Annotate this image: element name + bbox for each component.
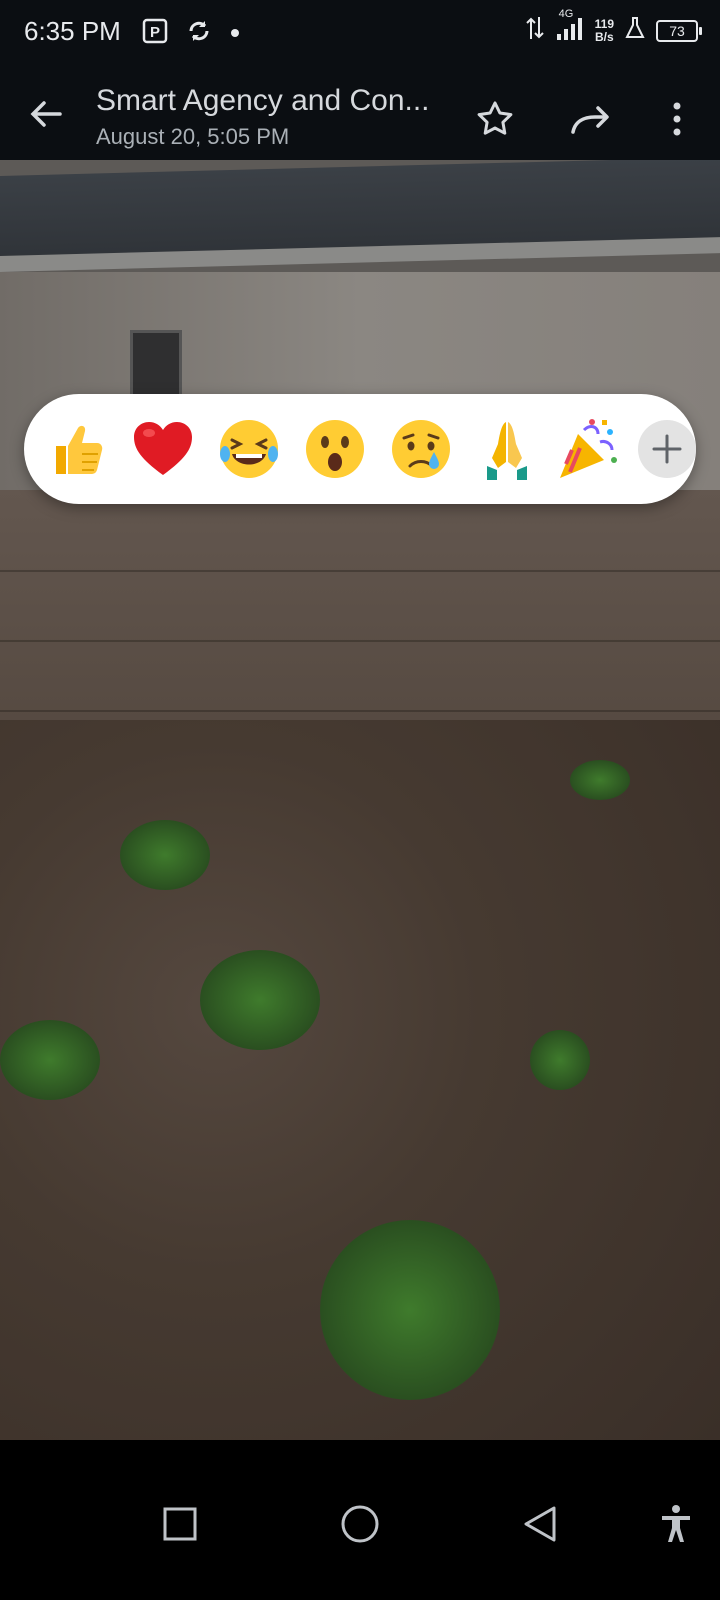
- notification-dot-icon: [230, 25, 240, 43]
- sync-icon: [186, 18, 212, 49]
- reaction-party[interactable]: [554, 416, 624, 482]
- photo-plant: [120, 820, 210, 890]
- battery-indicator: 73: [656, 19, 702, 42]
- status-time: 6:35 PM: [24, 16, 121, 46]
- photo-plant: [320, 1220, 500, 1400]
- home-icon: [341, 1505, 379, 1543]
- media-viewer-header: Smart Agency and Con... August 20, 5:05 …: [0, 64, 720, 160]
- back-arrow-icon: [30, 101, 62, 127]
- svg-text:P: P: [150, 24, 160, 41]
- data-transfer-icon: [525, 15, 545, 46]
- accessibility-icon: [662, 1505, 690, 1542]
- system-nav-bar: [0, 1440, 720, 1600]
- network-type: 4G: [558, 8, 574, 20]
- laughing-icon: [220, 420, 278, 478]
- network-speed: 119 B/s: [594, 16, 614, 44]
- recents-icon: [163, 1507, 197, 1541]
- add-reaction-button[interactable]: [638, 420, 696, 478]
- accessibility-button[interactable]: [652, 1500, 700, 1548]
- more-options-button[interactable]: [662, 100, 692, 138]
- status-bar: 6:35 PM P 4G 119 B/s 73: [0, 0, 720, 64]
- recents-button[interactable]: [156, 1500, 204, 1548]
- photo-plant: [570, 760, 630, 800]
- star-button[interactable]: [476, 100, 514, 138]
- signal-icon: 4G: [555, 8, 585, 47]
- message-timestamp: August 20, 5:05 PM: [96, 124, 290, 149]
- party-popper-icon: [560, 419, 617, 478]
- parking-app-icon: P: [142, 18, 168, 49]
- photo-plant: [200, 950, 320, 1050]
- forward-button[interactable]: [570, 102, 612, 136]
- reaction-surprised[interactable]: [302, 416, 368, 482]
- chat-title: Smart Agency and Con...: [96, 84, 430, 117]
- back-nav-button[interactable]: [516, 1500, 564, 1548]
- photo-plant: [0, 1020, 100, 1100]
- forward-icon: [571, 106, 609, 134]
- thumbs-up-icon: [56, 425, 103, 474]
- reaction-picker: [24, 394, 696, 504]
- sad-icon: [392, 420, 450, 478]
- reaction-sad[interactable]: [388, 416, 454, 482]
- reaction-thumbs-up[interactable]: [44, 416, 110, 482]
- media-image[interactable]: [0, 160, 720, 1440]
- reaction-laughing[interactable]: [216, 416, 282, 482]
- plus-icon: [652, 434, 682, 464]
- more-vert-icon: [673, 102, 681, 136]
- heart-icon: [134, 422, 192, 475]
- surprised-icon: [306, 420, 364, 478]
- pray-icon: [487, 422, 527, 480]
- home-button[interactable]: [336, 1500, 384, 1548]
- back-triangle-icon: [524, 1506, 556, 1542]
- lab-flask-icon: [624, 16, 646, 45]
- reaction-heart[interactable]: [130, 416, 196, 482]
- star-icon: [477, 101, 513, 135]
- reaction-pray[interactable]: [474, 416, 540, 482]
- back-button[interactable]: [26, 94, 66, 134]
- photo-plant: [530, 1030, 590, 1090]
